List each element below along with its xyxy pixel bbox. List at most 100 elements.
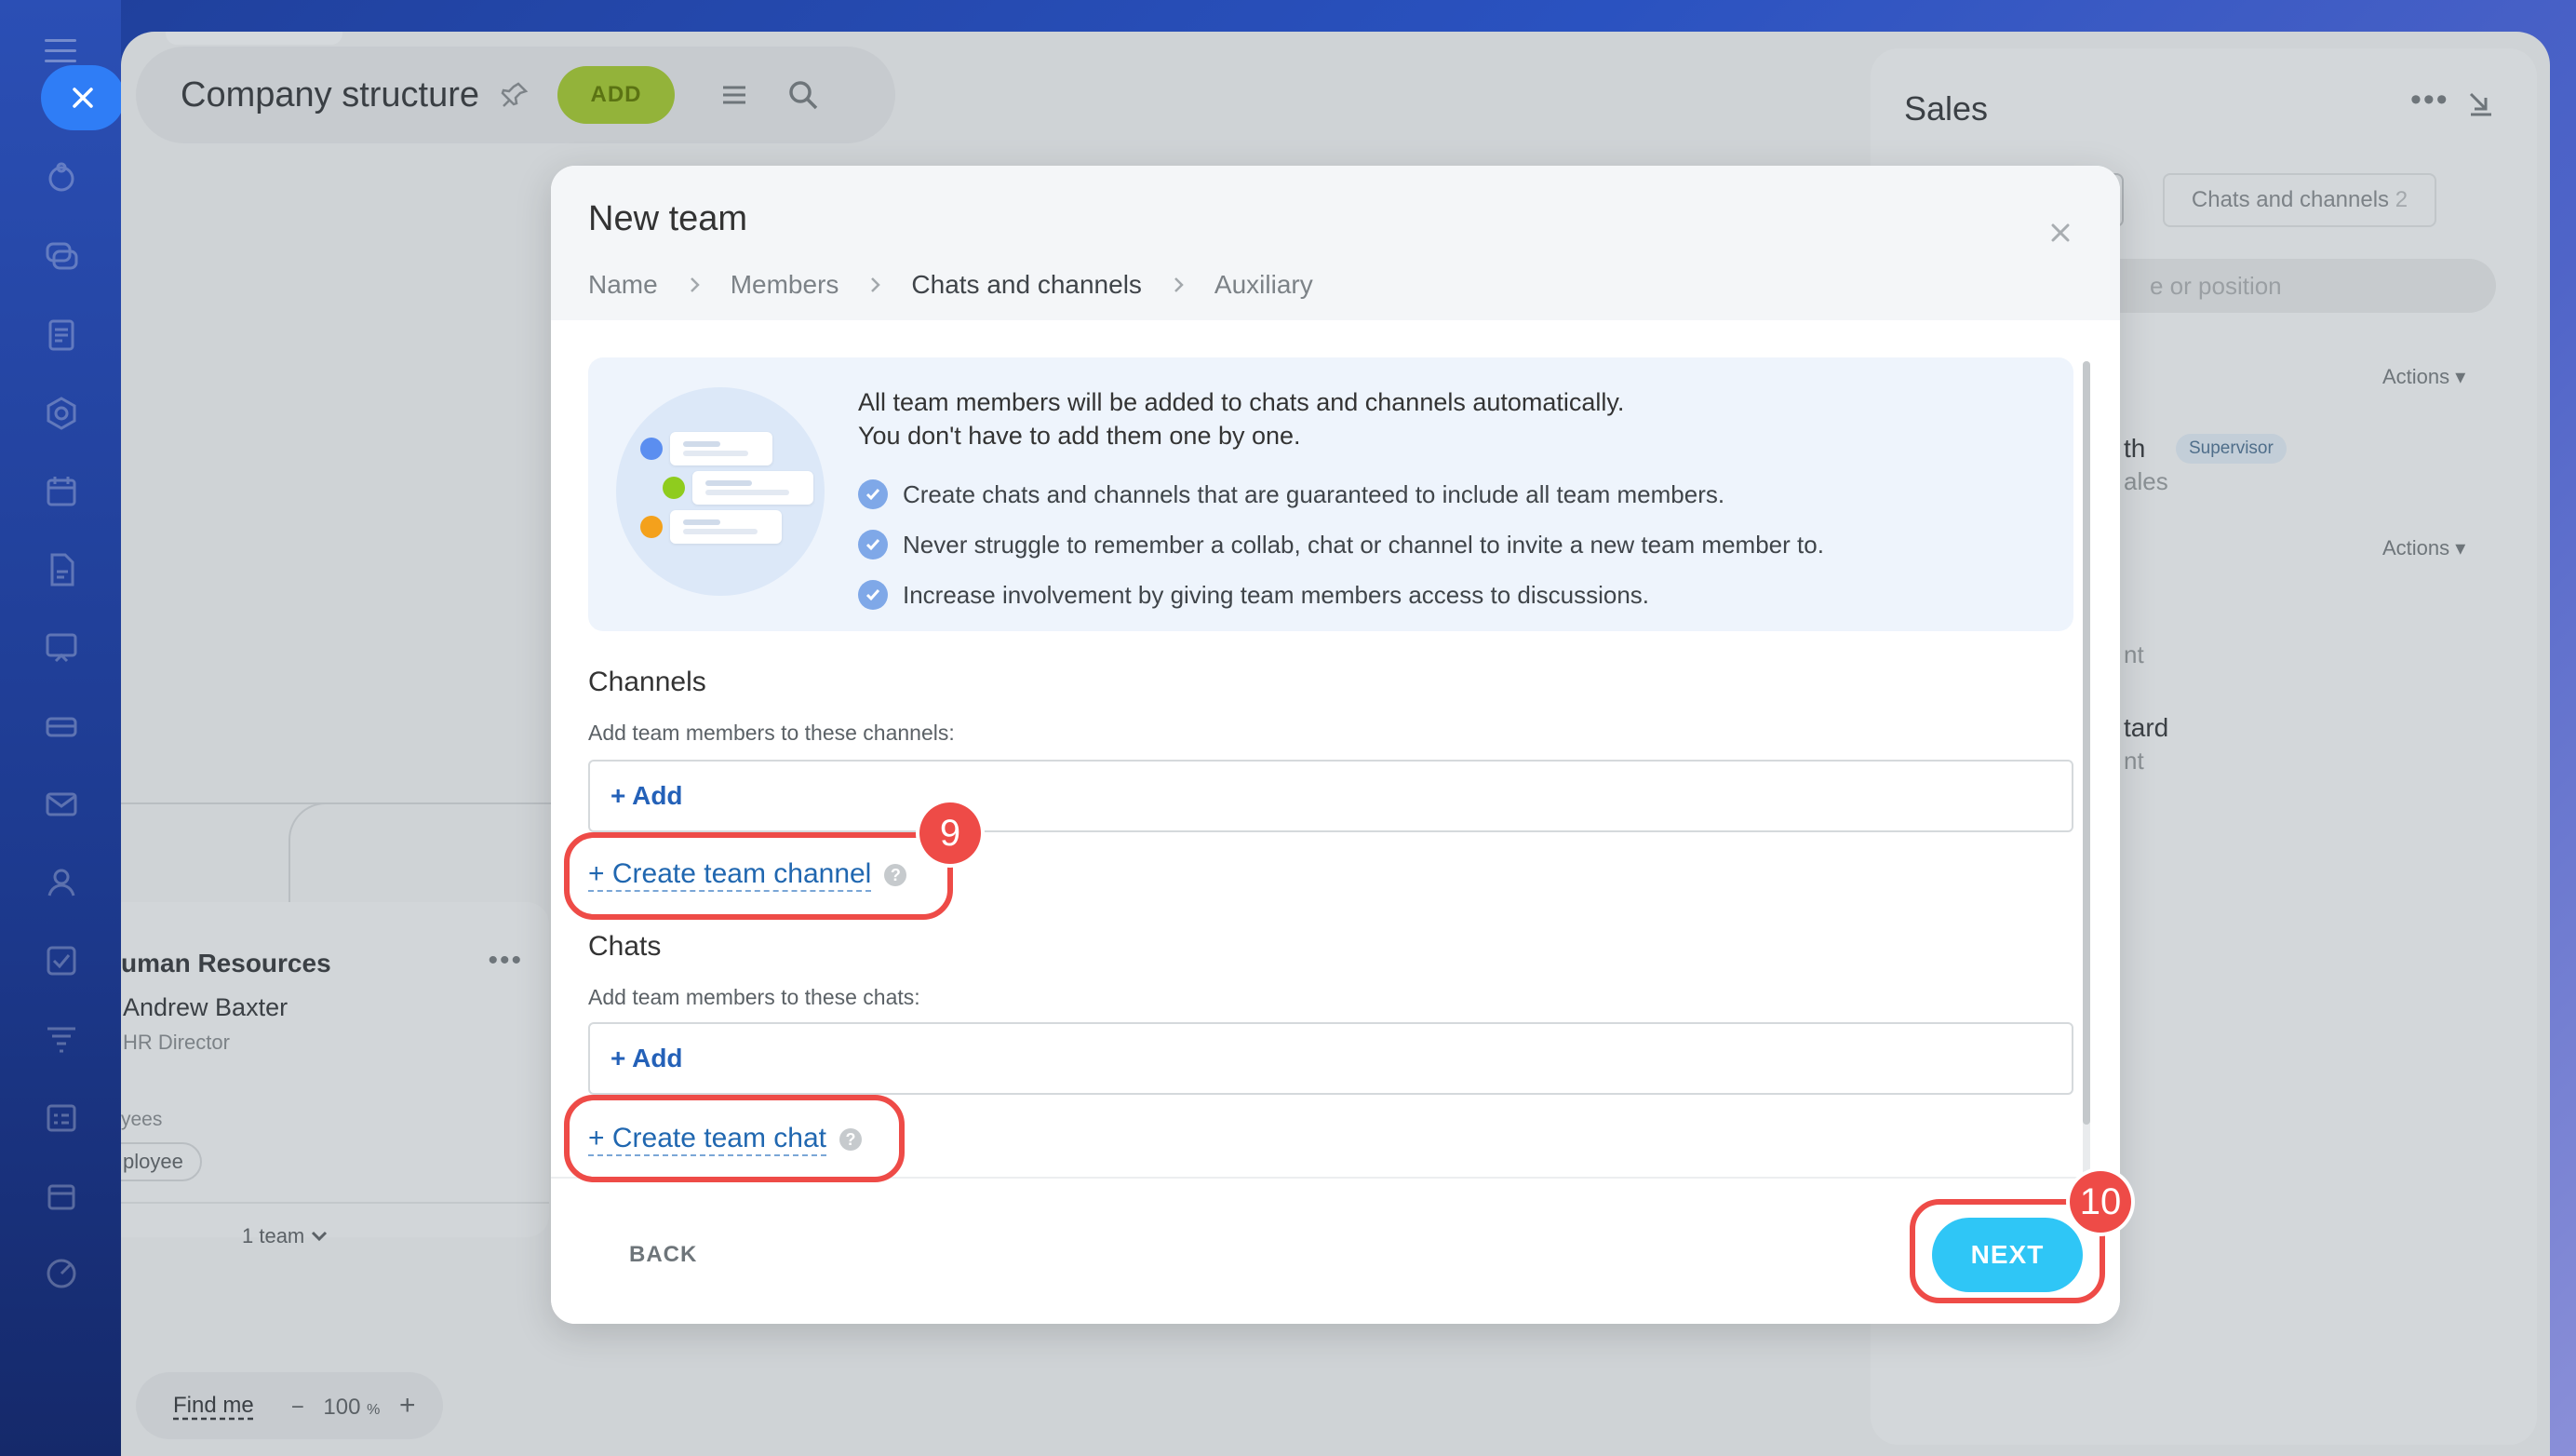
department-card[interactable]: uman Resources ••• Andrew Baxter HR Dire… — [121, 902, 549, 1247]
channels-heading: Channels — [588, 667, 706, 697]
bullet-text: Create chats and channels that are guara… — [903, 479, 1725, 508]
structure-toolbar: Company structure ADD — [136, 47, 895, 143]
tab-label: Chats and channels — [2191, 187, 2390, 212]
add-button[interactable]: ADD — [557, 66, 676, 124]
dialog-header: New team Name Members Chats and channels… — [551, 166, 2120, 320]
ghost-tab — [166, 32, 342, 45]
department-head-name[interactable]: Andrew Baxter — [123, 993, 288, 1022]
step-badge-9: 9 — [919, 802, 981, 864]
feed-icon[interactable] — [43, 317, 80, 354]
chat-illustration — [616, 387, 825, 596]
step-members[interactable]: Members — [731, 270, 839, 300]
actions-dropdown[interactable]: Actions ▾ — [2382, 536, 2465, 560]
actions-label: Actions — [2382, 536, 2450, 559]
department-name: uman Resources — [121, 949, 331, 977]
member-sub: ales — [2124, 467, 2168, 495]
search-icon[interactable] — [786, 78, 820, 112]
goals-icon[interactable] — [43, 1255, 80, 1292]
pin-icon[interactable] — [500, 80, 530, 110]
channels-hint: Add team members to these channels: — [588, 721, 955, 745]
tab-count: 2 — [2395, 187, 2408, 212]
chats-heading: Chats — [588, 931, 662, 962]
zoom-out-button[interactable]: − — [291, 1395, 304, 1420]
chats-hint: Add team members to these chats: — [588, 985, 920, 1009]
info-banner: All team members will be added to chats … — [588, 357, 2073, 631]
chevron-right-icon — [690, 277, 700, 292]
zoom-unit: % — [367, 1402, 381, 1418]
team-toggle[interactable]: 1 team — [242, 1224, 329, 1248]
find-me-link[interactable]: Find me — [173, 1393, 254, 1419]
chevron-right-icon — [871, 277, 881, 292]
network-icon[interactable] — [43, 160, 80, 197]
step-name[interactable]: Name — [588, 270, 658, 300]
menu-icon[interactable] — [719, 80, 749, 110]
divider — [121, 1202, 549, 1204]
org-connector-branch — [288, 802, 391, 914]
employee-pill[interactable]: ployee — [121, 1142, 202, 1181]
employees-label: yees — [121, 1109, 163, 1130]
close-slider-button[interactable] — [41, 65, 125, 130]
calendar-icon[interactable] — [43, 473, 80, 510]
chats-add-field[interactable]: + Add — [588, 1022, 2073, 1095]
board-icon[interactable] — [43, 629, 80, 667]
member-name[interactable]: tard — [2124, 713, 2168, 743]
check-icon — [858, 580, 888, 610]
info-lead: All team members will be added to chats … — [858, 385, 1624, 452]
info-line-2: You don't have to add them one by one. — [858, 422, 1301, 450]
filter-icon[interactable] — [43, 1020, 80, 1058]
info-bullets: Create chats and channels that are guara… — [858, 469, 1824, 620]
department-head-role: HR Director — [123, 1031, 230, 1054]
supervisor-badge: Supervisor — [2176, 434, 2287, 464]
hamburger-icon[interactable] — [45, 39, 76, 65]
tasks-icon[interactable] — [43, 395, 80, 432]
bullet-text: Never struggle to remember a collab, cha… — [903, 530, 1824, 559]
member-sub: nt — [2124, 747, 2144, 775]
chat-icon[interactable] — [43, 238, 80, 276]
collapse-icon[interactable] — [2466, 89, 2494, 117]
left-rail — [0, 0, 125, 1456]
callout-highlight-chat — [564, 1095, 905, 1182]
actions-label: Actions — [2382, 365, 2450, 388]
back-button[interactable]: BACK — [629, 1242, 697, 1268]
callout-highlight-9 — [564, 832, 953, 920]
zoom-in-button[interactable]: + — [399, 1390, 416, 1421]
actions-dropdown[interactable]: Actions ▾ — [2382, 365, 2465, 389]
store-icon[interactable] — [43, 1177, 80, 1214]
wizard-breadcrumb: Name Members Chats and channels Auxiliar… — [588, 270, 1313, 300]
chevron-down-icon — [312, 1231, 328, 1242]
member-name[interactable]: th — [2124, 434, 2145, 464]
dialog-title: New team — [588, 199, 748, 238]
schedule-icon[interactable] — [43, 1099, 80, 1136]
info-line-1: All team members will be added to chats … — [858, 388, 1625, 416]
document-icon[interactable] — [43, 551, 80, 588]
info-bullet: Increase involvement by giving team memb… — [858, 570, 1824, 620]
dialog-footer: BACK NEXT — [551, 1177, 2120, 1324]
search-placeholder: e or position — [2150, 271, 2282, 300]
side-panel-title: Sales — [1904, 89, 1989, 128]
close-icon — [73, 88, 93, 108]
more-icon[interactable]: ••• — [2410, 82, 2449, 118]
checkbox-icon[interactable] — [43, 942, 80, 979]
bullet-text: Increase involvement by giving team memb… — [903, 580, 1650, 609]
page-title: Company structure — [181, 74, 480, 115]
step-chats-and-channels[interactable]: Chats and channels — [911, 270, 1142, 300]
channels-add-field[interactable]: + Add — [588, 760, 2073, 832]
step-badge-10: 10 — [2070, 1171, 2131, 1233]
add-channel-button[interactable]: + Add — [610, 781, 683, 811]
zoom-bar: Find me − 100 % + — [136, 1372, 443, 1439]
tab-chats-and-channels[interactable]: Chats and channels 2 — [2163, 173, 2436, 227]
add-chat-button[interactable]: + Add — [610, 1044, 683, 1073]
step-auxiliary[interactable]: Auxiliary — [1214, 270, 1313, 300]
scrollbar-thumb[interactable] — [2083, 361, 2090, 1125]
more-icon[interactable]: ••• — [488, 945, 523, 977]
close-icon[interactable] — [2046, 218, 2075, 248]
team-toggle-label: 1 team — [242, 1224, 305, 1247]
mail-icon[interactable] — [43, 786, 80, 823]
contacts-icon[interactable] — [43, 864, 80, 901]
info-bullet: Create chats and channels that are guara… — [858, 469, 1824, 519]
check-icon — [858, 479, 888, 509]
drive-icon[interactable] — [43, 708, 80, 745]
zoom-value: 100 — [323, 1395, 361, 1420]
zoom-control: − 100 % + — [291, 1390, 416, 1422]
member-sub: nt — [2124, 640, 2144, 668]
